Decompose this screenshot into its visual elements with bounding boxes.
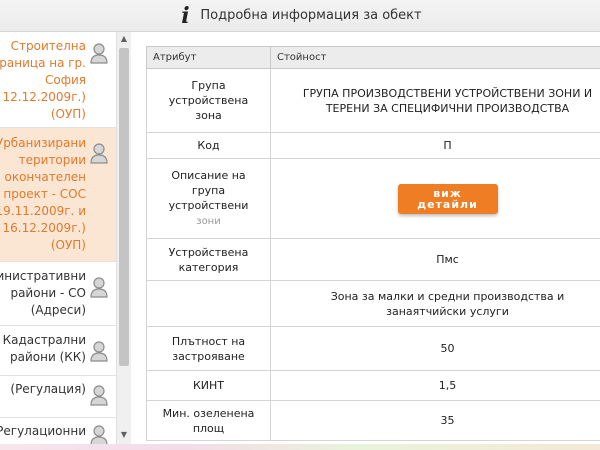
attribute-cell: [146, 280, 271, 327]
attributes-table: Атрибут Стойност Група устройствена зона…: [146, 46, 600, 441]
value-text: Пмс: [436, 253, 459, 266]
table-row: Група устройствена зона ГРУПА ПРОИЗВОДСТ…: [146, 68, 600, 133]
layer-item-label: Регулационни: [0, 424, 86, 438]
layer-item[interactable]: Урбанизирани територии окончателен проек…: [0, 128, 116, 262]
user-icon[interactable]: [89, 340, 109, 362]
attribute-note: зони: [196, 216, 221, 227]
attribute-label: КИНТ: [192, 379, 225, 392]
dialog-header: i Подробна информация за обект: [0, 0, 600, 32]
attribute-cell: Група устройствена зона: [146, 68, 271, 133]
table-row: Плътност на застрояване 50: [146, 326, 600, 371]
value-cell: П: [270, 132, 600, 159]
attribute-label: Устройствена категория: [168, 245, 249, 274]
user-icon[interactable]: [89, 42, 109, 64]
bottom-map-strip: [0, 444, 600, 450]
value-cell: 1,5: [270, 370, 600, 401]
attribute-label: Описание на група устройствени: [168, 169, 249, 212]
value-text: 35: [440, 414, 455, 427]
table-row: КИНТ 1,5: [146, 370, 600, 401]
scroll-thumb[interactable]: [119, 48, 129, 366]
header-attribute: Атрибут: [146, 46, 271, 69]
layer-item[interactable]: (Регулация): [0, 376, 116, 418]
scroll-down-arrow-icon[interactable]: ▼: [117, 428, 131, 442]
attribute-label: Група устройствена зона: [168, 79, 249, 122]
view-details-button[interactable]: виж детайли: [397, 183, 498, 214]
table-row: Мин. озеленена площ 35: [146, 400, 600, 441]
table-header-row: Атрибут Стойност: [146, 46, 600, 69]
layer-item[interactable]: Строителна граница на гр. София 12.12.20…: [0, 32, 116, 128]
header-value: Стойност: [270, 46, 600, 69]
value-text: 1,5: [438, 379, 457, 392]
attribute-label: Мин. озеленена площ: [162, 406, 255, 435]
table-row: Описание на група устройствени зони виж …: [146, 158, 600, 239]
layer-item-label: Кадастрални райони (КК): [2, 333, 86, 364]
sidebar-scrollbar[interactable]: ▲ ▼: [116, 32, 131, 444]
layer-item[interactable]: Регулационни: [0, 418, 116, 444]
user-icon[interactable]: [89, 142, 109, 164]
table-row: Код П: [146, 132, 600, 159]
value-cell: ГРУПА ПРОИЗВОДСТВЕНИ УСТРОЙСТВЕНИ ЗОНИ И…: [270, 68, 600, 133]
value-text: ГРУПА ПРОИЗВОДСТВЕНИ УСТРОЙСТВЕНИ ЗОНИ И…: [302, 86, 593, 115]
value-cell: 35: [270, 400, 600, 441]
table-row: Устройствена категория Пмс: [146, 238, 600, 281]
value-text: Зона за малки и средни производства и за…: [330, 289, 565, 318]
scroll-up-arrow-icon[interactable]: ▲: [117, 32, 131, 46]
attribute-cell: КИНТ: [146, 370, 271, 401]
layer-item[interactable]: Кадастрални райони (КК): [0, 326, 116, 376]
user-icon[interactable]: [89, 384, 109, 406]
user-icon[interactable]: [89, 276, 109, 298]
layer-item-label: Административни райони - СО (Адреси): [0, 269, 86, 317]
attribute-cell: Плътност на застрояване: [146, 326, 271, 371]
info-icon: i: [181, 2, 190, 29]
layer-item-label: (Регулация): [10, 382, 86, 396]
layer-item-label: Урбанизирани територии окончателен проек…: [0, 136, 86, 252]
attribute-label: Код: [197, 139, 220, 152]
table-row: Зона за малки и средни производства и за…: [146, 280, 600, 327]
value-text: П: [443, 139, 452, 152]
layer-item[interactable]: Административни райони - СО (Адреси): [0, 262, 116, 326]
attributes-table-container: Атрибут Стойност Група устройствена зона…: [146, 46, 600, 444]
attribute-cell: Описание на група устройствени зони: [146, 158, 271, 239]
user-icon[interactable]: [89, 424, 109, 444]
value-cell: Зона за малки и средни производства и за…: [270, 280, 600, 327]
attribute-cell: Устройствена категория: [146, 238, 271, 281]
attribute-label: Плътност на застрояване: [171, 334, 246, 363]
value-cell: 50: [270, 326, 600, 371]
attribute-cell: Мин. озеленена площ: [146, 400, 271, 441]
dialog-title: Подробна информация за обект: [200, 8, 422, 23]
view-details-label: виж детайли: [417, 186, 478, 211]
value-cell: Пмс: [270, 238, 600, 281]
value-text: 50: [440, 342, 455, 355]
value-cell: виж детайли: [270, 158, 600, 239]
layer-item-label: Строителна граница на гр. София 12.12.20…: [0, 39, 86, 121]
layers-sidebar: Строителна граница на гр. София 12.12.20…: [0, 32, 116, 444]
attribute-cell: Код: [146, 132, 271, 159]
